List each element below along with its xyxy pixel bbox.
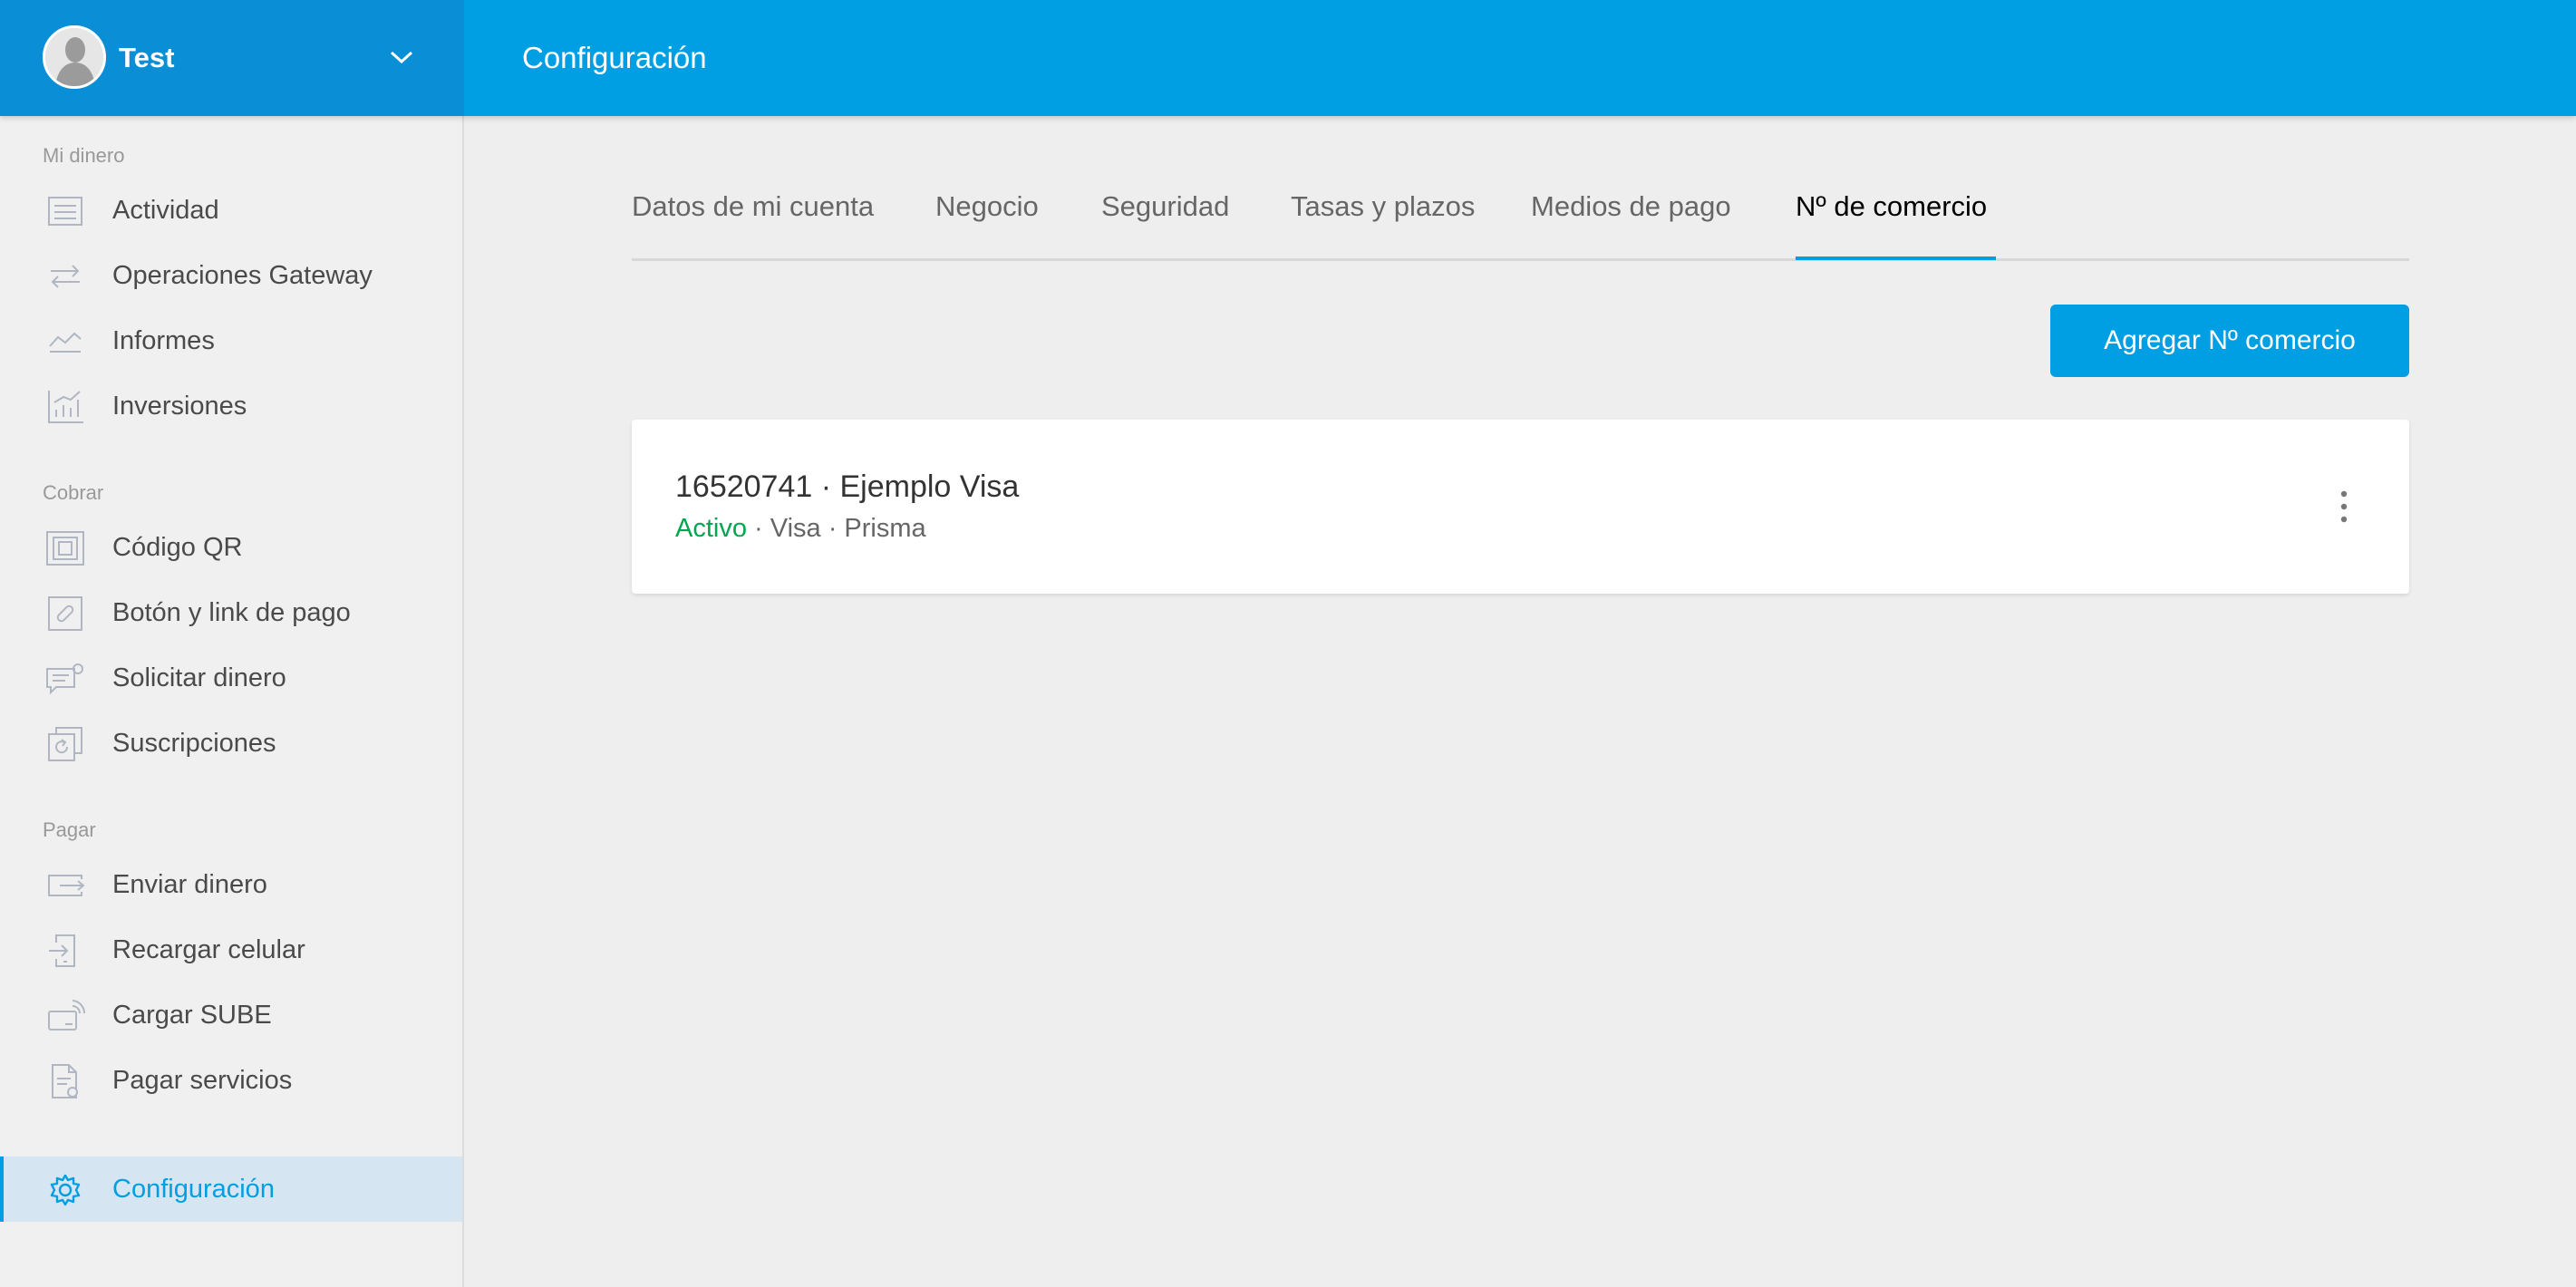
sidebar-item-informes[interactable]: Informes xyxy=(0,308,462,373)
sidebar-item-pagar-servicios[interactable]: Pagar servicios xyxy=(0,1048,462,1113)
sidebar: Mi dinero Actividad Operaciones Gateway xyxy=(0,116,464,1287)
sidebar-item-operaciones-gateway[interactable]: Operaciones Gateway xyxy=(0,243,462,308)
sidebar-item-label: Configuración xyxy=(112,1175,275,1204)
sidebar-item-label: Suscripciones xyxy=(112,729,276,758)
link-icon xyxy=(48,596,82,631)
sidebar-item-inversiones[interactable]: Inversiones xyxy=(0,373,462,439)
avatar xyxy=(43,25,106,89)
send-money-icon xyxy=(48,875,85,896)
account-switcher[interactable]: Test xyxy=(0,0,464,116)
sidebar-item-actividad[interactable]: Actividad xyxy=(0,178,462,243)
tab-numero-de-comercio[interactable]: Nº de comercio xyxy=(1796,187,1987,227)
section-label-mi-dinero: Mi dinero xyxy=(43,144,125,167)
sidebar-item-label: Pagar servicios xyxy=(112,1066,293,1095)
sidebar-item-configuracion[interactable]: Configuración xyxy=(0,1156,462,1222)
sidebar-item-label: Solicitar dinero xyxy=(112,663,286,692)
merchant-card: 16520741 · Ejemplo Visa Activo · Visa · … xyxy=(632,420,2409,594)
tab-negocio[interactable]: Negocio xyxy=(935,187,1039,227)
sidebar-item-label: Botón y link de pago xyxy=(112,598,351,627)
status-badge: Activo xyxy=(675,514,747,543)
section-label-pagar: Pagar xyxy=(43,818,96,841)
request-money-icon xyxy=(46,663,83,695)
chevron-down-icon[interactable] xyxy=(388,47,415,67)
active-tab-indicator xyxy=(1796,256,1996,260)
account-name: Test xyxy=(119,42,175,73)
transfer-arrows-icon xyxy=(51,265,80,288)
page-title: Configuración xyxy=(522,41,707,74)
list-icon xyxy=(48,197,82,226)
sidebar-item-label: Actividad xyxy=(112,196,219,225)
merchant-details: Activo · Visa · Prisma xyxy=(675,510,926,547)
tab-seguridad[interactable]: Seguridad xyxy=(1101,187,1229,227)
phone-recharge-icon xyxy=(49,934,75,967)
add-merchant-number-button[interactable]: Agregar Nº comercio xyxy=(2050,305,2409,377)
sube-card-icon xyxy=(48,1000,85,1031)
sidebar-item-enviar-dinero[interactable]: Enviar dinero xyxy=(0,852,462,917)
tab-tasas-y-plazos[interactable]: Tasas y plazos xyxy=(1291,187,1475,227)
sidebar-item-label: Código QR xyxy=(112,533,243,562)
section-label-cobrar: Cobrar xyxy=(43,481,104,504)
user-silhouette-icon xyxy=(45,28,103,86)
subscription-icon xyxy=(48,727,82,761)
sidebar-item-solicitar-dinero[interactable]: Solicitar dinero xyxy=(0,645,462,711)
sidebar-item-label: Inversiones xyxy=(112,392,247,421)
top-bar: Test Configuración xyxy=(0,0,2576,116)
sidebar-item-codigo-qr[interactable]: Código QR xyxy=(0,515,462,580)
bill-icon xyxy=(52,1064,78,1098)
sidebar-item-label: Recargar celular xyxy=(112,935,305,964)
sidebar-item-recargar-celular[interactable]: Recargar celular xyxy=(0,917,462,982)
sidebar-item-label: Operaciones Gateway xyxy=(112,261,373,290)
gear-icon xyxy=(50,1174,81,1206)
sidebar-item-cargar-sube[interactable]: Cargar SUBE xyxy=(0,982,462,1048)
tab-medios-de-pago[interactable]: Medios de pago xyxy=(1531,187,1731,227)
sidebar-item-boton-link-pago[interactable]: Botón y link de pago xyxy=(0,580,462,645)
trend-line-icon xyxy=(49,332,82,353)
sidebar-item-label: Cargar SUBE xyxy=(112,1001,272,1030)
sidebar-item-suscripciones[interactable]: Suscripciones xyxy=(0,711,462,776)
tab-datos-de-mi-cuenta[interactable]: Datos de mi cuenta xyxy=(632,187,874,227)
merchant-network: · Visa · Prisma xyxy=(746,514,926,543)
sidebar-item-label: Informes xyxy=(112,326,215,355)
chart-growth-icon xyxy=(48,391,83,423)
qr-icon xyxy=(46,531,84,566)
merchant-title: 16520741 · Ejemplo Visa xyxy=(675,469,1020,504)
settings-tabs: Datos de mi cuenta Negocio Seguridad Tas… xyxy=(632,178,2409,261)
sidebar-item-label: Enviar dinero xyxy=(112,870,267,899)
more-options-icon[interactable] xyxy=(2330,481,2358,532)
